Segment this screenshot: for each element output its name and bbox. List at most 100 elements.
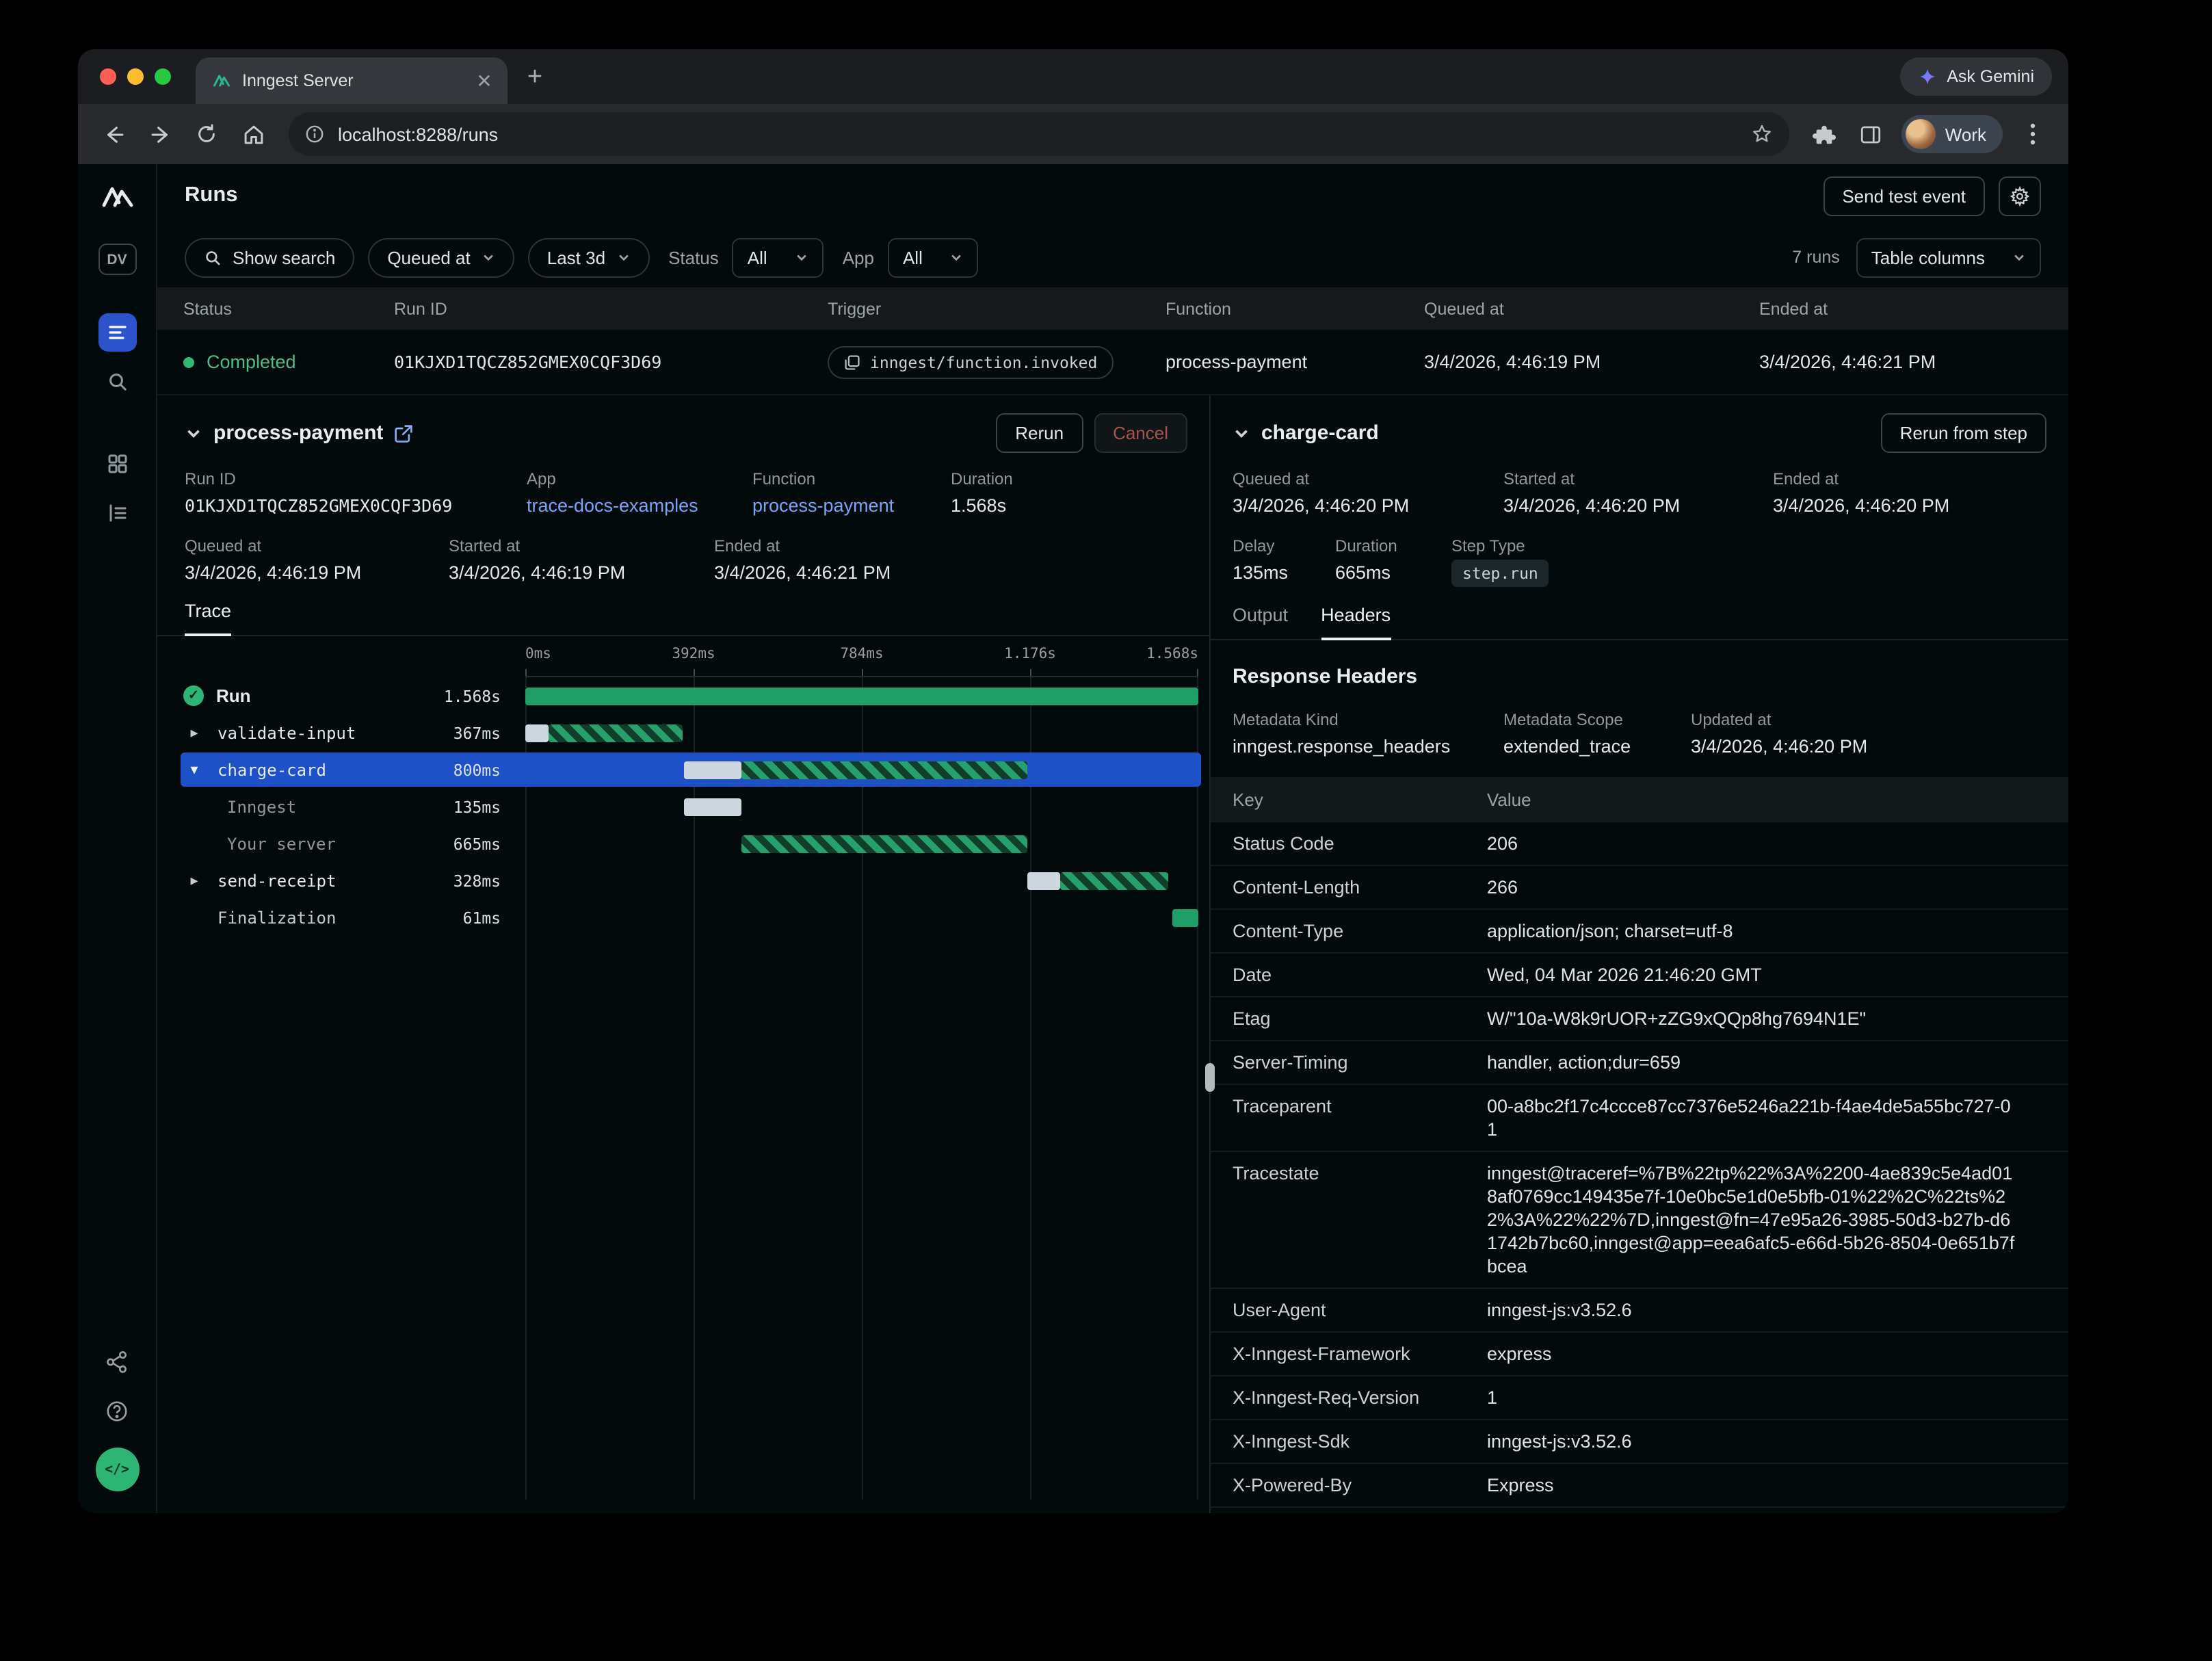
tab-trace[interactable]: Trace bbox=[185, 601, 231, 636]
sidebar-item-apps-icon[interactable] bbox=[98, 445, 136, 483]
span-bar[interactable] bbox=[525, 714, 1198, 751]
sidebar-item-runs[interactable] bbox=[98, 313, 136, 352]
table-columns-button[interactable]: Table columns bbox=[1856, 237, 2041, 277]
tab-close-icon[interactable]: ✕ bbox=[472, 68, 497, 93]
bookmark-star-icon[interactable] bbox=[1751, 123, 1773, 145]
span-toggle-icon[interactable] bbox=[183, 796, 205, 818]
ask-gemini-button[interactable]: Ask Gemini bbox=[1900, 57, 2052, 96]
app-filter-select[interactable]: All bbox=[888, 237, 979, 277]
span-bar-segment bbox=[525, 724, 548, 742]
trace-span-row[interactable]: validate-input 367ms bbox=[157, 714, 1209, 751]
span-toggle-icon[interactable] bbox=[183, 869, 205, 891]
site-info-icon[interactable] bbox=[305, 125, 324, 144]
trace-span-row[interactable]: charge-card 800ms bbox=[157, 751, 1209, 788]
queued-at-value: 3/4/2026, 4:46:20 PM bbox=[1233, 495, 1503, 516]
span-toggle-icon[interactable] bbox=[183, 833, 205, 854]
forward-icon[interactable] bbox=[138, 112, 182, 156]
span-name: Your server bbox=[227, 834, 336, 853]
rerun-from-step-button[interactable]: Rerun from step bbox=[1881, 413, 2046, 453]
span-toggle-icon[interactable] bbox=[183, 722, 205, 744]
step-pane-header: charge-card Rerun from step bbox=[1211, 395, 2068, 464]
trace-span-row[interactable]: Finalization 61ms bbox=[157, 899, 1209, 936]
collapse-chevron-icon[interactable] bbox=[1233, 424, 1250, 442]
span-bar-segment bbox=[742, 835, 1027, 852]
trigger-badge[interactable]: inngest/function.invoked bbox=[828, 345, 1114, 378]
tab-output[interactable]: Output bbox=[1233, 605, 1288, 639]
show-search-button[interactable]: Show search bbox=[185, 237, 354, 277]
span-duration: 135ms bbox=[453, 797, 503, 816]
function-label: Function bbox=[752, 469, 951, 488]
header-row: Etag W/"10a-W8k9rUOR+zZG9xQQp8hg7694N1E" bbox=[1211, 997, 2068, 1041]
span-toggle-icon[interactable] bbox=[183, 759, 205, 781]
time-range-filter[interactable]: Last 3d bbox=[528, 237, 649, 277]
status-filter-label: Status bbox=[668, 247, 719, 267]
rerun-button[interactable]: Rerun bbox=[996, 413, 1083, 453]
span-bar[interactable] bbox=[525, 677, 1198, 714]
status-filter-select[interactable]: All bbox=[733, 237, 824, 277]
close-window-button[interactable] bbox=[100, 68, 116, 85]
header-key: X-Inngest-Sdk bbox=[1233, 1430, 1487, 1453]
profile-button[interactable]: Work bbox=[1901, 115, 2003, 153]
back-icon[interactable] bbox=[92, 112, 135, 156]
run-id: 01KJXD1TQCZ852GMEX0CQF3D69 bbox=[394, 352, 828, 372]
span-toggle-icon[interactable] bbox=[183, 906, 205, 928]
sidebar-item-search-icon[interactable] bbox=[98, 363, 136, 401]
url-bar[interactable]: localhost:8288/runs bbox=[289, 112, 1789, 156]
span-duration: 1.568s bbox=[444, 686, 503, 705]
queued-at-filter[interactable]: Queued at bbox=[368, 237, 514, 277]
header-value: Wed, 04 Mar 2026 21:46:20 GMT bbox=[1487, 963, 2020, 986]
span-bar-segment bbox=[1027, 872, 1059, 889]
inngest-logo[interactable] bbox=[101, 183, 133, 211]
inngest-favicon-icon bbox=[212, 71, 231, 90]
span-toggle-icon[interactable] bbox=[183, 685, 204, 706]
chevron-down-icon bbox=[795, 250, 808, 264]
cancel-button[interactable]: Cancel bbox=[1094, 413, 1187, 453]
span-bar-segment bbox=[684, 761, 742, 779]
url-text: localhost:8288/runs bbox=[338, 124, 498, 144]
send-test-event-button[interactable]: Send test event bbox=[1823, 176, 1985, 215]
dev-tools-button[interactable]: </> bbox=[95, 1448, 139, 1491]
home-icon[interactable] bbox=[231, 112, 275, 156]
span-bar[interactable] bbox=[525, 862, 1198, 899]
share-icon[interactable] bbox=[98, 1344, 136, 1379]
header-value: handler, action;dur=659 bbox=[1487, 1051, 2020, 1074]
span-bar[interactable] bbox=[525, 751, 1198, 788]
trace-span-row[interactable]: Inngest 135ms bbox=[157, 788, 1209, 825]
external-link-icon[interactable] bbox=[394, 423, 413, 443]
table-row[interactable]: Completed 01KJXD1TQCZ852GMEX0CQF3D69 inn… bbox=[157, 330, 2068, 395]
window-controls bbox=[100, 68, 171, 85]
updated-at-value: 3/4/2026, 4:46:20 PM bbox=[1691, 736, 2046, 757]
settings-gear-button[interactable] bbox=[1999, 176, 2041, 215]
maximize-window-button[interactable] bbox=[155, 68, 171, 85]
trace-span-row[interactable]: Your server 665ms bbox=[157, 825, 1209, 862]
app-label: App bbox=[527, 469, 752, 488]
function-link[interactable]: process-payment bbox=[752, 495, 951, 516]
browser-tab[interactable]: Inngest Server ✕ bbox=[196, 57, 508, 104]
help-icon[interactable] bbox=[98, 1393, 136, 1428]
trace-span-row[interactable]: send-receipt 328ms bbox=[157, 862, 1209, 899]
status-filter-value: All bbox=[748, 247, 767, 267]
side-panel-icon[interactable] bbox=[1849, 112, 1893, 156]
pane-divider[interactable] bbox=[1209, 395, 1211, 1513]
minimize-window-button[interactable] bbox=[127, 68, 144, 85]
reload-icon[interactable] bbox=[185, 112, 228, 156]
span-bar[interactable] bbox=[525, 899, 1198, 936]
duration-value: 665ms bbox=[1335, 562, 1451, 583]
app-link[interactable]: trace-docs-examples bbox=[527, 495, 752, 516]
delay-value: 135ms bbox=[1233, 562, 1335, 583]
new-tab-button[interactable]: + bbox=[516, 59, 554, 97]
sidebar-item-stream-icon[interactable] bbox=[98, 494, 136, 532]
delay-label: Delay bbox=[1233, 536, 1335, 555]
browser-toolbar: localhost:8288/runs Work bbox=[78, 104, 2068, 164]
trace-span-row[interactable]: Run 1.568s bbox=[157, 677, 1209, 714]
extensions-icon[interactable] bbox=[1803, 112, 1847, 156]
header-row: Content-Length 266 bbox=[1211, 866, 2068, 910]
tab-headers[interactable]: Headers bbox=[1321, 605, 1391, 640]
env-badge[interactable]: DV bbox=[98, 244, 136, 275]
divider-drag-handle[interactable] bbox=[1205, 1063, 1215, 1092]
span-bar[interactable] bbox=[525, 825, 1198, 862]
span-bar[interactable] bbox=[525, 788, 1198, 825]
span-duration: 665ms bbox=[453, 834, 503, 853]
collapse-chevron-icon[interactable] bbox=[185, 424, 202, 442]
browser-menu-icon[interactable] bbox=[2011, 112, 2055, 156]
